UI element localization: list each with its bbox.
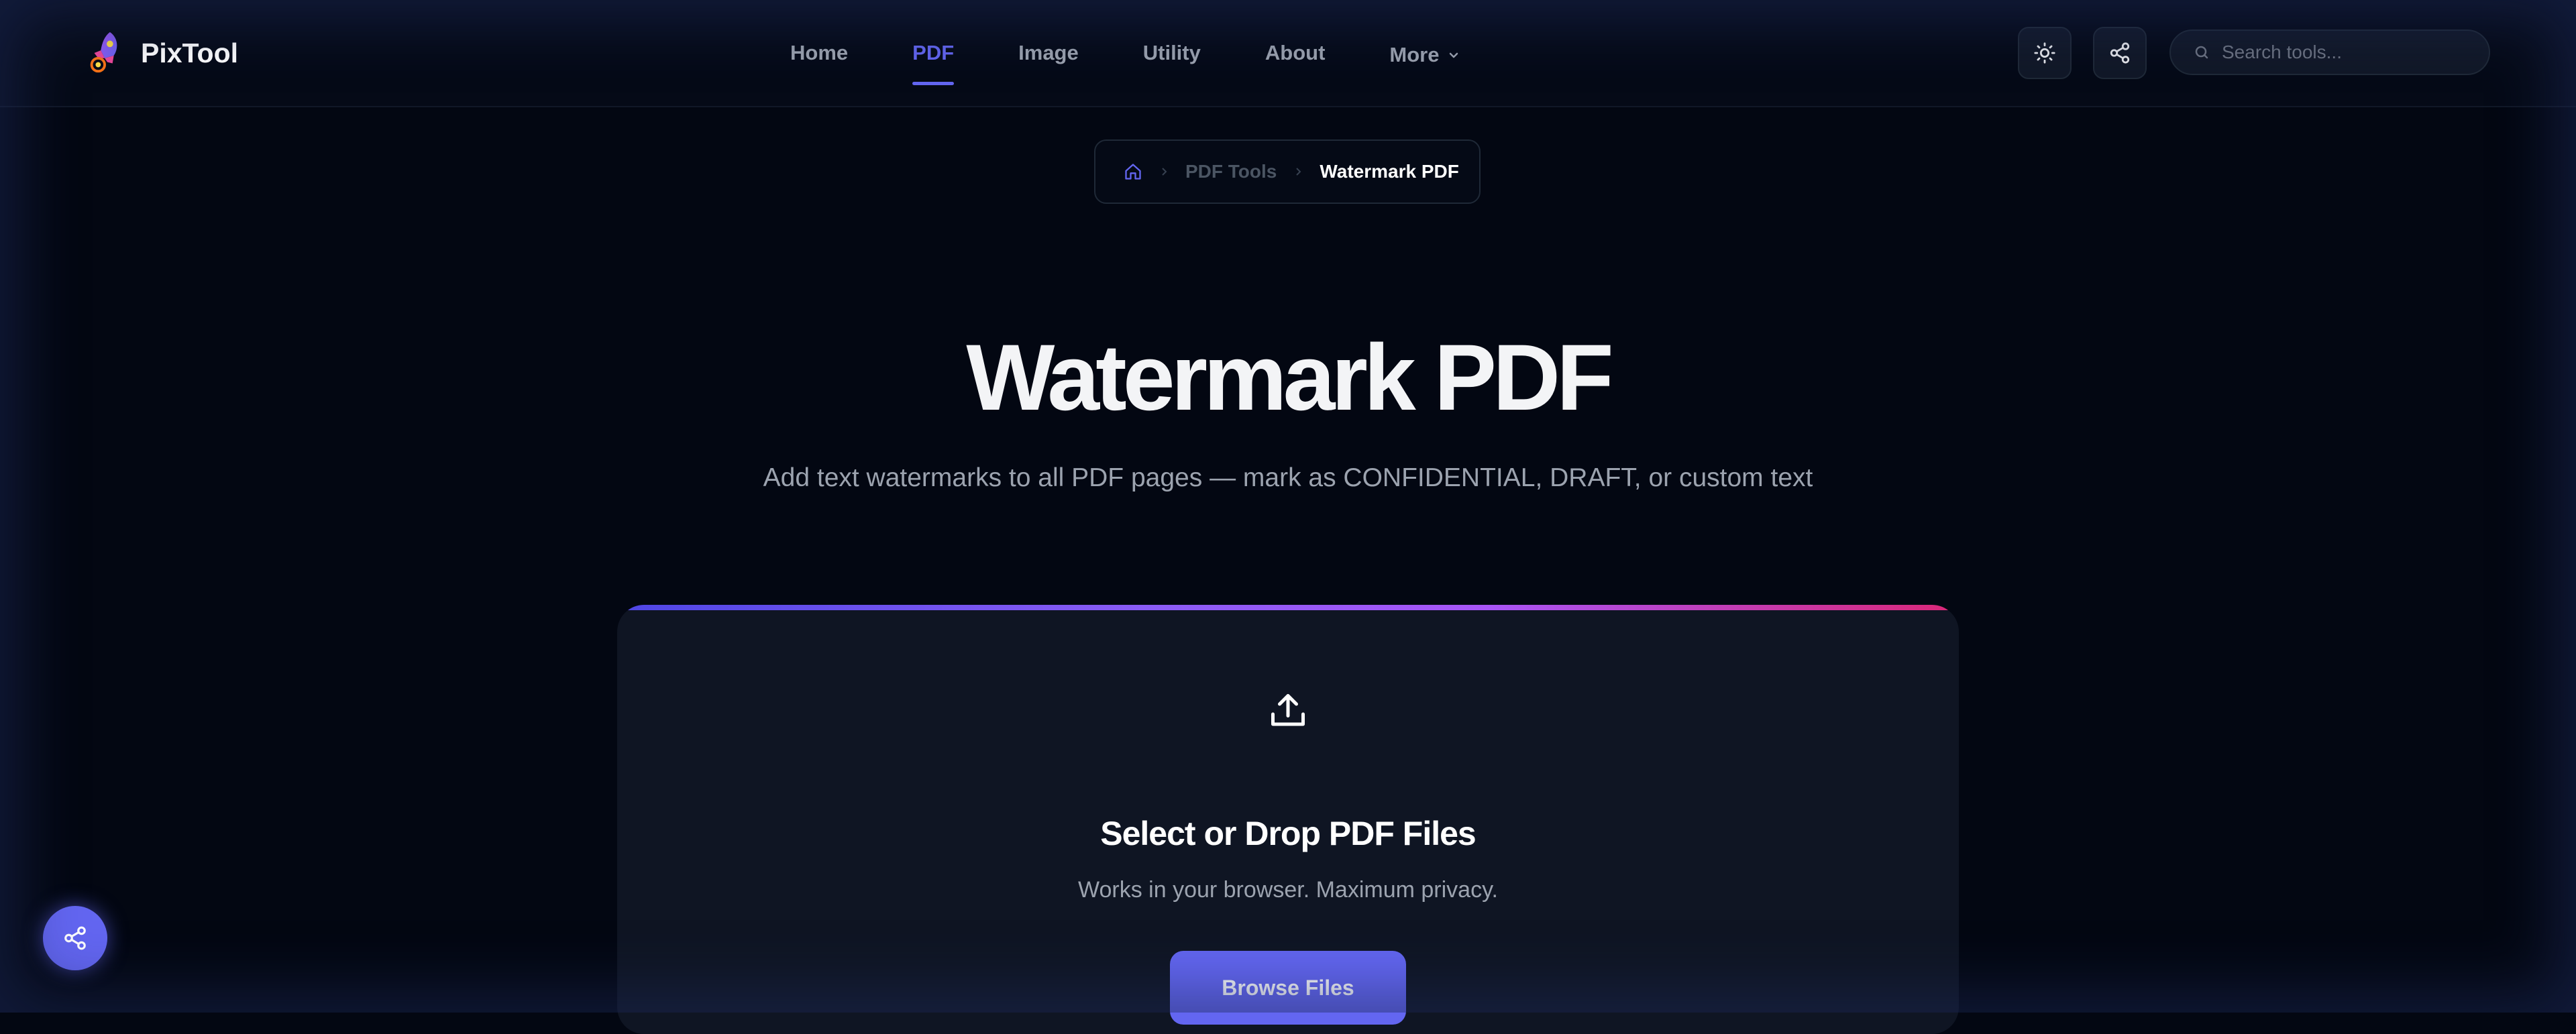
search-box[interactable] — [2169, 30, 2490, 75]
floating-share-button[interactable] — [43, 906, 107, 970]
brand[interactable]: PixTool — [86, 30, 238, 76]
share-button[interactable] — [2093, 27, 2147, 79]
nav-item-more[interactable]: More — [1389, 35, 1460, 75]
top-navbar: PixTool Home PDF Image Utility About Mor… — [0, 0, 2576, 107]
theme-toggle-button[interactable] — [2018, 27, 2072, 79]
upload-icon — [1271, 694, 1305, 726]
search-icon — [2195, 46, 2208, 59]
rocket-icon — [90, 32, 117, 73]
nav-item-about[interactable]: About — [1265, 35, 1326, 75]
search-input[interactable] — [2220, 41, 2478, 64]
main-nav: Home PDF Image Utility About More — [790, 35, 1525, 85]
upload-title: Select or Drop PDF Files — [1100, 815, 1476, 852]
nav-item-pdf[interactable]: PDF — [912, 35, 955, 85]
page-subtitle: Add text watermarks to all PDF pages — m… — [763, 463, 1813, 492]
nav-item-home[interactable]: Home — [790, 35, 848, 75]
nav-item-image[interactable]: Image — [1018, 35, 1079, 75]
chevron-right-icon — [1293, 166, 1303, 177]
card-gradient-bar — [617, 605, 1959, 610]
upload-subtitle: Works in your browser. Maximum privacy. — [1078, 877, 1498, 903]
upload-dropzone[interactable]: Select or Drop PDF Files Works in your b… — [617, 605, 1959, 1034]
breadcrumb: PDF Tools Watermark PDF — [1094, 139, 1481, 204]
share-icon — [64, 926, 86, 950]
home-icon[interactable] — [1124, 162, 1142, 181]
breadcrumb-item-current: Watermark PDF — [1320, 161, 1459, 182]
nav-item-utility[interactable]: Utility — [1143, 35, 1201, 75]
chevron-right-icon — [1159, 166, 1169, 177]
brand-name: PixTool — [141, 37, 239, 68]
sun-icon — [2034, 42, 2055, 64]
breadcrumb-item-pdf-tools[interactable]: PDF Tools — [1185, 161, 1277, 182]
browse-files-button[interactable]: Browse Files — [1170, 951, 1406, 1025]
nav-more-label: More — [1389, 43, 1440, 66]
chevron-down-icon — [1450, 52, 1458, 58]
share-icon — [2110, 42, 2130, 64]
page-title: Watermark PDF — [966, 325, 1613, 430]
